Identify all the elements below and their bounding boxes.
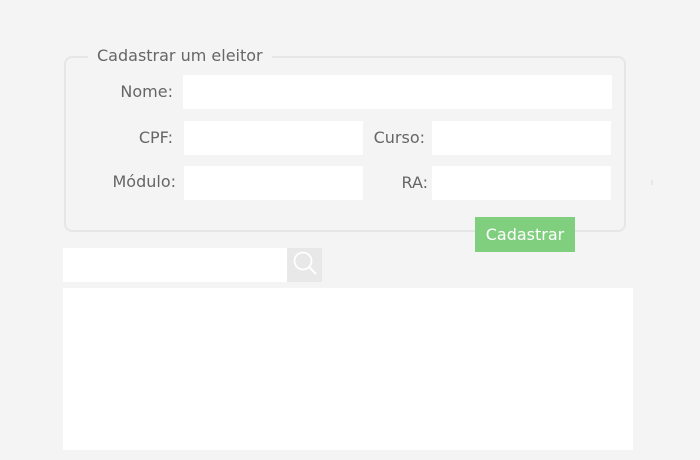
results-table-area	[63, 288, 633, 450]
modulo-label: Módulo:	[112, 172, 176, 191]
curso-label: Curso:	[373, 128, 425, 147]
search-input[interactable]	[63, 248, 287, 282]
cpf-label: CPF:	[138, 128, 173, 147]
modulo-input[interactable]	[184, 166, 363, 200]
ra-label: RA:	[401, 173, 428, 192]
search-button[interactable]	[287, 248, 322, 282]
search-icon	[292, 250, 318, 280]
cpf-input[interactable]	[184, 121, 363, 155]
cadastrar-button[interactable]: Cadastrar	[475, 217, 575, 252]
form-legend: Cadastrar um eleitor	[88, 45, 272, 67]
divider-mark	[651, 180, 653, 185]
nome-label: Nome:	[120, 82, 173, 101]
nome-input[interactable]	[183, 75, 612, 109]
ra-input[interactable]	[432, 166, 611, 200]
curso-input[interactable]	[432, 121, 611, 155]
